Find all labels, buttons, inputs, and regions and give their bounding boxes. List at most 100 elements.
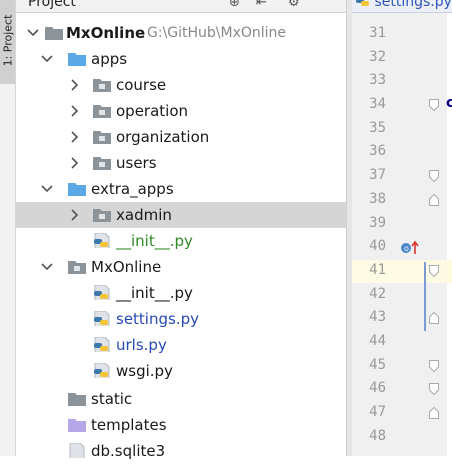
collapse-icon[interactable]: ⇤ (256, 0, 267, 10)
tool-window-stripe: 1: Project (0, 0, 16, 456)
package-folder-icon (93, 131, 111, 144)
folder-icon (68, 393, 86, 406)
fold-end-icon[interactable] (429, 194, 439, 206)
fold-start-icon[interactable] (429, 99, 439, 111)
tree-row[interactable]: operation (16, 98, 346, 124)
line-number: 46 (369, 380, 386, 396)
chevron-down-icon[interactable] (40, 46, 54, 72)
chevron-right-icon[interactable] (68, 98, 82, 124)
chevron-down-icon[interactable] (40, 254, 54, 280)
tree-item-label: db.sqlite3 (91, 442, 166, 460)
tree-item-label: apps (91, 50, 128, 68)
tab-label: settings.py (374, 0, 452, 10)
tree-row[interactable]: organization (16, 124, 346, 150)
folder-icon (68, 53, 86, 66)
line-number: 39 (369, 215, 386, 231)
line-number: 32 (369, 49, 386, 65)
fold-start-icon[interactable] (429, 265, 439, 277)
package-folder-icon (93, 79, 111, 92)
line-number: 38 (369, 191, 386, 207)
line-number: 45 (369, 357, 386, 373)
line-number: 35 (369, 120, 386, 136)
templates-folder-icon (68, 419, 86, 432)
tree-row[interactable]: extra_apps (16, 176, 346, 202)
fold-end-icon[interactable] (429, 407, 439, 419)
package-folder-icon (68, 261, 86, 274)
tree-item-label: extra_apps (91, 180, 174, 198)
current-line-text-highlight (447, 260, 452, 283)
package-folder-icon (93, 105, 111, 118)
tree-row[interactable]: users (16, 150, 346, 176)
chevron-right-icon[interactable] (68, 150, 82, 176)
tree-row[interactable]: db.sqlite3 (16, 438, 346, 464)
tree-row[interactable]: static (16, 386, 346, 412)
tree-row[interactable]: templates (16, 412, 346, 438)
tree-row[interactable]: course (16, 72, 346, 98)
line-number: 31 (369, 25, 386, 41)
python-file-icon (356, 0, 369, 6)
project-panel-title[interactable]: Project (28, 0, 76, 10)
tree-row[interactable]: __init__.py (16, 280, 346, 306)
project-root-path: G:\GitHub\MxOnline (147, 25, 287, 41)
tree-item-label: __init__.py (116, 284, 193, 302)
tree-item-label: operation (116, 102, 189, 120)
folder-icon (45, 27, 63, 40)
editor-gutter: 31 32 33 34 35 36 37 38 39 40 41 42 43 4… (352, 13, 452, 456)
tree-row[interactable]: settings.py (16, 306, 346, 332)
gear-icon[interactable]: ⚙ (288, 0, 300, 10)
python-file-icon (94, 233, 110, 248)
fold-start-icon[interactable] (429, 170, 439, 182)
editor-tab-bar: settings.py (352, 0, 452, 13)
line-number: 40 (369, 238, 386, 254)
add-icon[interactable]: ⊕ (229, 0, 240, 10)
tree-row[interactable]: __init__.py (16, 228, 346, 254)
tree-item-label: course (116, 76, 167, 94)
tree-row-selected[interactable]: xadmin (16, 202, 346, 228)
line-number: 33 (369, 72, 386, 88)
line-number: 34 (369, 96, 386, 112)
python-file-icon (94, 311, 110, 326)
tree-item-label: wsgi.py (116, 362, 173, 380)
fold-end-icon[interactable] (429, 312, 439, 324)
tree-item-label: static (91, 390, 133, 408)
svg-text:o: o (404, 244, 409, 253)
tree-row[interactable]: MxOnline (16, 254, 346, 280)
tree-row[interactable]: apps (16, 46, 346, 72)
editor-text-area[interactable] (447, 13, 452, 456)
line-number: 42 (369, 286, 386, 302)
override-method-icon[interactable]: o (400, 240, 420, 256)
tree-item-label: urls.py (116, 336, 167, 354)
fold-start-icon[interactable] (429, 383, 439, 395)
project-tree: MxOnline G:\GitHub\MxOnline apps course … (16, 13, 346, 460)
chevron-down-icon[interactable] (40, 176, 54, 202)
python-file-icon (94, 337, 110, 352)
tree-item-label: __init__.py (116, 232, 193, 250)
python-file-icon (94, 285, 110, 300)
project-tool-button[interactable]: 1: Project (0, 0, 15, 84)
package-folder-icon (93, 209, 111, 222)
tree-item-label: MxOnline (91, 258, 162, 276)
line-number: 36 (369, 143, 386, 159)
chevron-right-icon[interactable] (68, 124, 82, 150)
tree-item-label: users (116, 154, 157, 172)
python-file-icon (94, 363, 110, 378)
fold-start-icon[interactable] (429, 360, 439, 372)
project-panel-header: Project ⊕ ⇤ ⚙ (16, 0, 346, 13)
code-fragment: c (446, 95, 452, 111)
line-number: 43 (369, 309, 386, 325)
tab-settings-py[interactable]: settings.py (356, 0, 452, 10)
chevron-right-icon[interactable] (68, 202, 82, 228)
tree-item-label: xadmin (116, 206, 172, 224)
line-number: 47 (369, 404, 386, 420)
tree-row-root[interactable]: MxOnline G:\GitHub\MxOnline (16, 20, 346, 46)
line-number: 48 (369, 428, 386, 444)
tree-row[interactable]: urls.py (16, 332, 346, 358)
tree-row[interactable]: wsgi.py (16, 358, 346, 384)
chevron-right-icon[interactable] (68, 72, 82, 98)
package-folder-icon (93, 157, 111, 170)
line-number: 44 (369, 333, 386, 349)
vcs-change-marker[interactable] (424, 262, 426, 331)
chevron-down-icon[interactable] (26, 20, 40, 46)
tree-item-label: templates (91, 416, 167, 434)
tree-item-label: organization (116, 128, 210, 146)
